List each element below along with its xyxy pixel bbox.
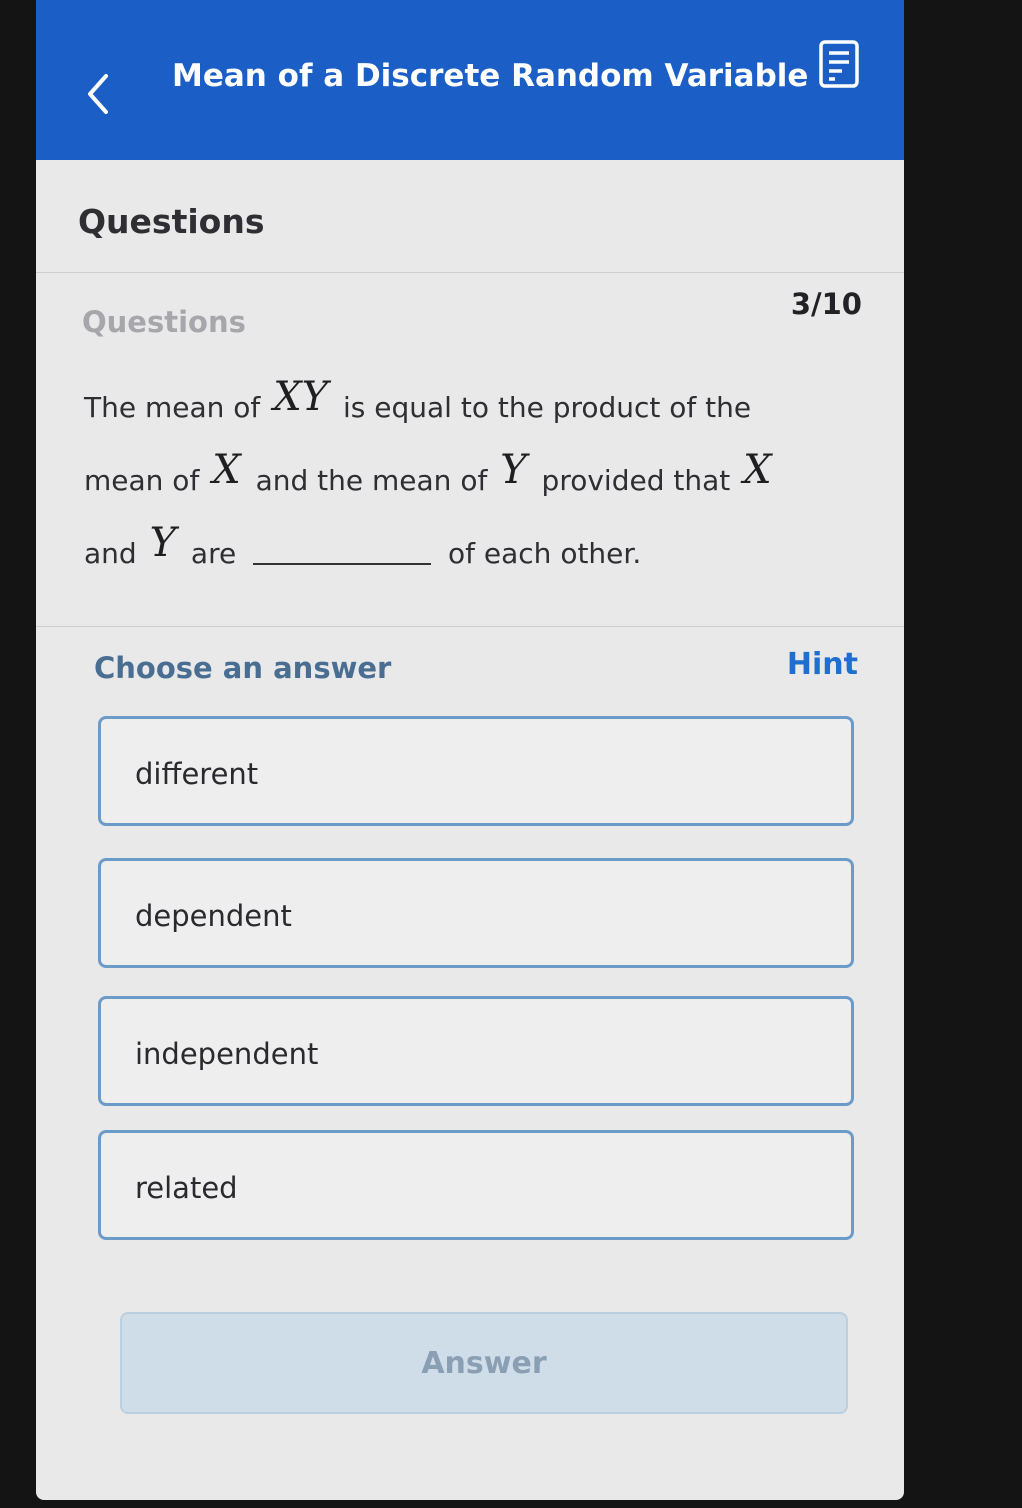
- question-label: Questions: [82, 305, 246, 339]
- notes-icon: [819, 40, 859, 88]
- answer-option-dependent[interactable]: dependent: [98, 858, 854, 968]
- answer-blank: [253, 537, 432, 565]
- answer-button[interactable]: Answer: [120, 1312, 848, 1414]
- section-header: Questions: [36, 160, 904, 273]
- answer-option-label: independent: [135, 1037, 319, 1071]
- question-text-part: and the mean of: [255, 464, 488, 497]
- answer-button-label: Answer: [421, 1346, 547, 1381]
- answer-option-label: dependent: [135, 899, 292, 933]
- question-text-part: and: [84, 537, 137, 570]
- question-text: The mean of XY is equal to the product o…: [84, 366, 844, 585]
- back-button[interactable]: [80, 68, 120, 120]
- app-screen: Mean of a Discrete Random Variable Quest…: [36, 0, 904, 1500]
- answer-option-label: related: [135, 1171, 238, 1205]
- section-title: Questions: [78, 202, 265, 241]
- math-variable: Y: [149, 520, 176, 566]
- question-text-part: The mean of: [84, 391, 261, 424]
- app-header: Mean of a Discrete Random Variable: [36, 0, 904, 160]
- math-variable: X: [212, 447, 241, 493]
- question-text-part: of each other.: [448, 537, 642, 570]
- math-variable: X: [743, 447, 772, 493]
- hint-button[interactable]: Hint: [787, 647, 858, 682]
- answer-option-independent[interactable]: independent: [98, 996, 854, 1106]
- question-text-part: are: [190, 537, 237, 570]
- math-variable: XY: [273, 374, 329, 420]
- question-text-part: provided that: [541, 464, 731, 497]
- notes-button[interactable]: [816, 38, 862, 90]
- answer-option-related[interactable]: related: [98, 1130, 854, 1240]
- answer-option-label: different: [135, 757, 259, 791]
- choose-answer-label: Choose an answer: [94, 651, 392, 685]
- chevron-left-icon: [88, 74, 108, 114]
- page-title: Mean of a Discrete Random Variable: [172, 58, 809, 94]
- divider: [36, 626, 904, 627]
- math-variable: Y: [500, 447, 527, 493]
- answer-option-different[interactable]: different: [98, 716, 854, 826]
- question-text-part: is equal to the product of the: [342, 391, 752, 424]
- question-text-part: mean of: [84, 464, 200, 497]
- question-counter: 3/10: [790, 287, 862, 321]
